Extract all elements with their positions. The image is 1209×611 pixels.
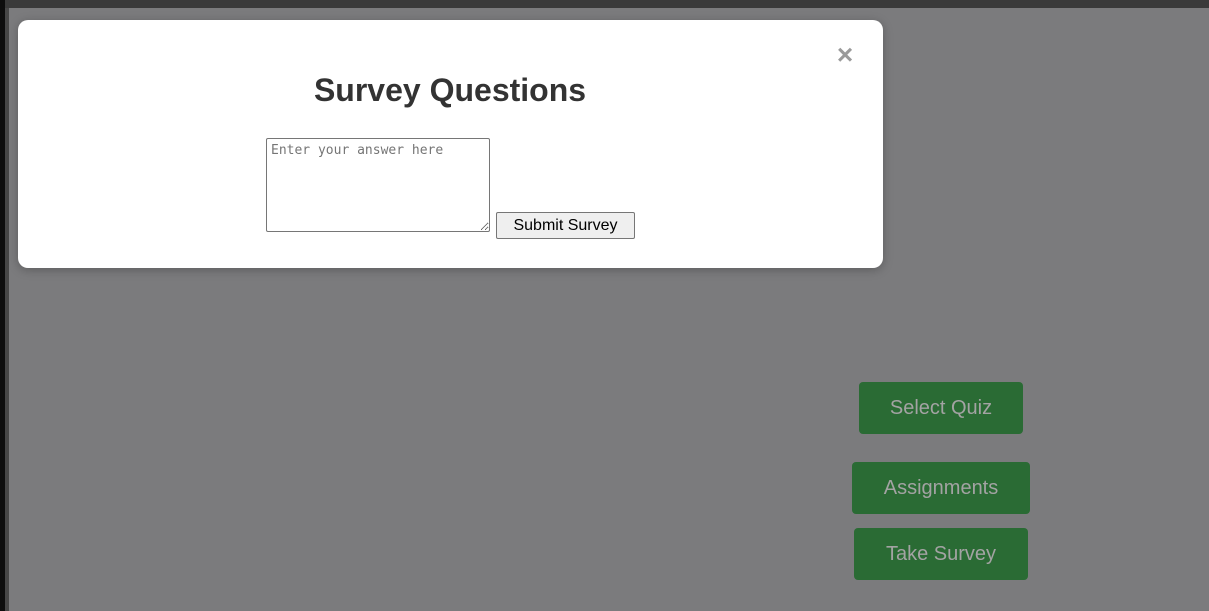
survey-modal: × Survey Questions Submit Survey [18, 20, 883, 268]
take-survey-button[interactable]: Take Survey [854, 528, 1028, 580]
submit-survey-button[interactable]: Submit Survey [496, 212, 635, 239]
close-icon[interactable]: × [832, 41, 858, 69]
modal-title: Survey Questions [313, 72, 587, 108]
select-quiz-button[interactable]: Select Quiz [859, 382, 1023, 434]
window-top-frame [0, 0, 1209, 8]
assignments-button[interactable]: Assignments [852, 462, 1030, 514]
survey-answer-input[interactable] [266, 138, 490, 232]
